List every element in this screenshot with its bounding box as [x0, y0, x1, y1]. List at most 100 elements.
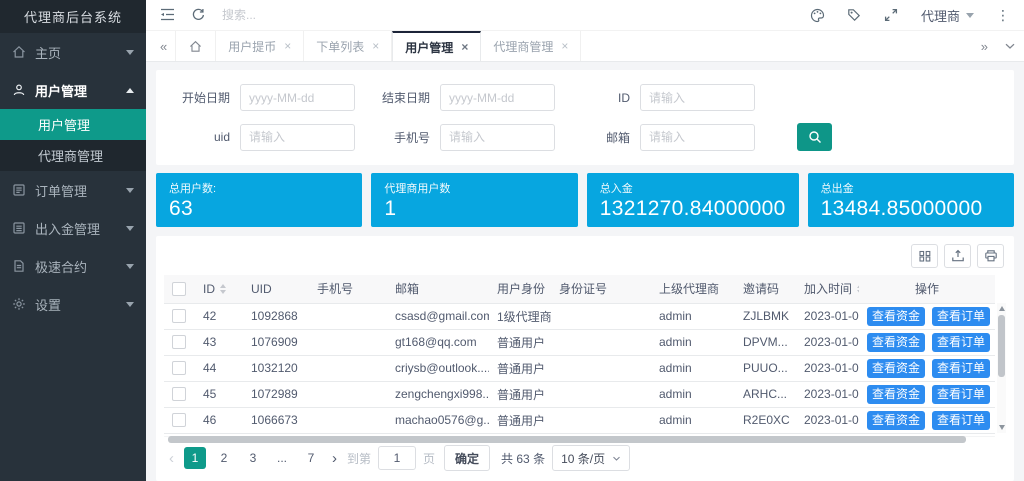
page-number-7[interactable]: 7: [300, 447, 322, 469]
filter-start-date: 开始日期: [174, 84, 365, 111]
tab-label: 代理商管理: [493, 38, 553, 55]
home-icon: [12, 45, 26, 59]
filter-end-date: 结束日期: [374, 84, 565, 111]
sidebar-item-home[interactable]: 主页: [0, 33, 146, 71]
tabs-menu-icon[interactable]: [996, 31, 1024, 61]
cell-id: 42: [195, 303, 243, 329]
stat-cards: 总用户数: 63 代理商用户数 1 总入金 1321270.84000000 总…: [156, 173, 1014, 227]
columns-icon: [918, 249, 932, 263]
view-funds-button[interactable]: 查看资金: [867, 359, 925, 378]
vertical-scrollbar-thumb[interactable]: [998, 315, 1005, 377]
page-size-select[interactable]: 10 条/页: [552, 445, 630, 471]
sort-icon[interactable]: [220, 284, 226, 294]
next-page-icon[interactable]: ›: [329, 450, 340, 467]
view-orders-button[interactable]: 查看订单: [932, 333, 990, 352]
chevron-down-icon: [126, 302, 134, 307]
sidebar-subitem-agent-management[interactable]: 代理商管理: [0, 140, 146, 171]
user-menu-label: 代理商: [921, 6, 960, 25]
scroll-up-icon[interactable]: [999, 306, 1005, 311]
cell-uid: 1076909: [243, 329, 309, 355]
col-id[interactable]: ID: [195, 275, 243, 303]
search-icon: [808, 130, 822, 144]
view-funds-button[interactable]: 查看资金: [867, 385, 925, 404]
end-date-input[interactable]: [440, 84, 555, 111]
confirm-button[interactable]: 确定: [444, 445, 490, 471]
id-input[interactable]: [640, 84, 755, 111]
uid-input[interactable]: [240, 124, 355, 151]
sidebar-item-user-management[interactable]: 用户管理: [0, 71, 146, 109]
select-all-checkbox[interactable]: [172, 282, 186, 296]
prev-page-icon[interactable]: ‹: [166, 450, 177, 467]
search-input[interactable]: [222, 8, 392, 22]
user-menu[interactable]: 代理商: [921, 6, 974, 25]
view-orders-button[interactable]: 查看订单: [932, 307, 990, 326]
scroll-down-icon[interactable]: [999, 425, 1005, 430]
cell-invite-code: R2E0XC: [735, 407, 796, 433]
view-orders-button[interactable]: 查看订单: [932, 385, 990, 404]
col-actions: 操作: [859, 275, 995, 303]
stat-agent-users: 代理商用户数 1: [371, 173, 577, 227]
goto-page-input[interactable]: [378, 446, 416, 470]
column-settings-button[interactable]: [911, 244, 938, 268]
cell-parent-agent: admin: [651, 329, 735, 355]
close-icon[interactable]: ×: [461, 40, 468, 54]
tab-user-management[interactable]: 用户管理 ×: [392, 31, 481, 61]
col-join-time[interactable]: 加入时间: [796, 275, 859, 303]
view-funds-button[interactable]: 查看资金: [867, 411, 925, 430]
close-icon[interactable]: ×: [372, 39, 379, 53]
cell-id-card: [551, 303, 651, 329]
tab-label: 下单列表: [316, 38, 364, 55]
collapse-sidebar-icon[interactable]: [160, 8, 175, 23]
sidebar-subitem-user-management[interactable]: 用户管理: [0, 109, 146, 140]
start-date-input[interactable]: [240, 84, 355, 111]
page-number-2[interactable]: 2: [213, 447, 235, 469]
fullscreen-icon[interactable]: [884, 8, 899, 23]
row-checkbox[interactable]: [172, 413, 186, 427]
row-checkbox[interactable]: [172, 335, 186, 349]
export-button[interactable]: [944, 244, 971, 268]
tag-icon[interactable]: [847, 8, 862, 23]
view-funds-button[interactable]: 查看资金: [867, 307, 925, 326]
view-funds-button[interactable]: 查看资金: [867, 333, 925, 352]
close-icon[interactable]: ×: [561, 39, 568, 53]
row-checkbox[interactable]: [172, 361, 186, 375]
pagination: ‹ 1 2 3 ... 7 › 到第 页 确定 共 63 条 10 条/页: [164, 437, 1006, 477]
content: 开始日期 结束日期 ID uid 手机号: [146, 62, 1024, 481]
page-number-1[interactable]: 1: [184, 447, 206, 469]
horizontal-scrollbar[interactable]: [164, 436, 995, 438]
sidebar-item-funds-management[interactable]: 出入金管理: [0, 209, 146, 247]
refresh-icon[interactable]: [191, 8, 206, 23]
vertical-scrollbar[interactable]: [997, 303, 1006, 433]
search-button[interactable]: [797, 123, 832, 151]
sidebar-item-order-management[interactable]: 订单管理: [0, 171, 146, 209]
cell-id: 43: [195, 329, 243, 355]
email-label: 邮箱: [574, 129, 640, 146]
view-orders-button[interactable]: 查看订单: [932, 359, 990, 378]
end-date-label: 结束日期: [374, 89, 440, 106]
contract-icon: [12, 259, 26, 273]
page-number-3[interactable]: 3: [242, 447, 264, 469]
sort-icon[interactable]: [857, 284, 859, 294]
more-options-icon[interactable]: ⋮: [996, 7, 1010, 24]
horizontal-scrollbar-thumb[interactable]: [168, 436, 966, 443]
print-button[interactable]: [977, 244, 1004, 268]
row-checkbox[interactable]: [172, 309, 186, 323]
sidebar-item-settings[interactable]: 设置: [0, 285, 146, 323]
tab-order-list[interactable]: 下单列表 ×: [304, 31, 392, 61]
page-ellipsis: ...: [271, 447, 293, 469]
stat-label: 总用户数:: [169, 180, 349, 196]
tab-agent-management[interactable]: 代理商管理 ×: [481, 31, 581, 61]
tabs-scroll-right-icon[interactable]: »: [973, 31, 996, 61]
row-checkbox[interactable]: [172, 387, 186, 401]
phone-input[interactable]: [440, 124, 555, 151]
cell-invite-code: ZJLBMK: [735, 303, 796, 329]
tabs-scroll-left-icon[interactable]: «: [152, 31, 175, 61]
col-email: 邮箱: [387, 275, 489, 303]
sidebar-item-fast-contract[interactable]: 极速合约: [0, 247, 146, 285]
close-icon[interactable]: ×: [284, 39, 291, 53]
view-orders-button[interactable]: 查看订单: [932, 411, 990, 430]
email-input[interactable]: [640, 124, 755, 151]
tab-home[interactable]: [175, 31, 216, 61]
theme-palette-icon[interactable]: [810, 8, 825, 23]
tab-user-withdraw[interactable]: 用户提币 ×: [216, 31, 304, 61]
